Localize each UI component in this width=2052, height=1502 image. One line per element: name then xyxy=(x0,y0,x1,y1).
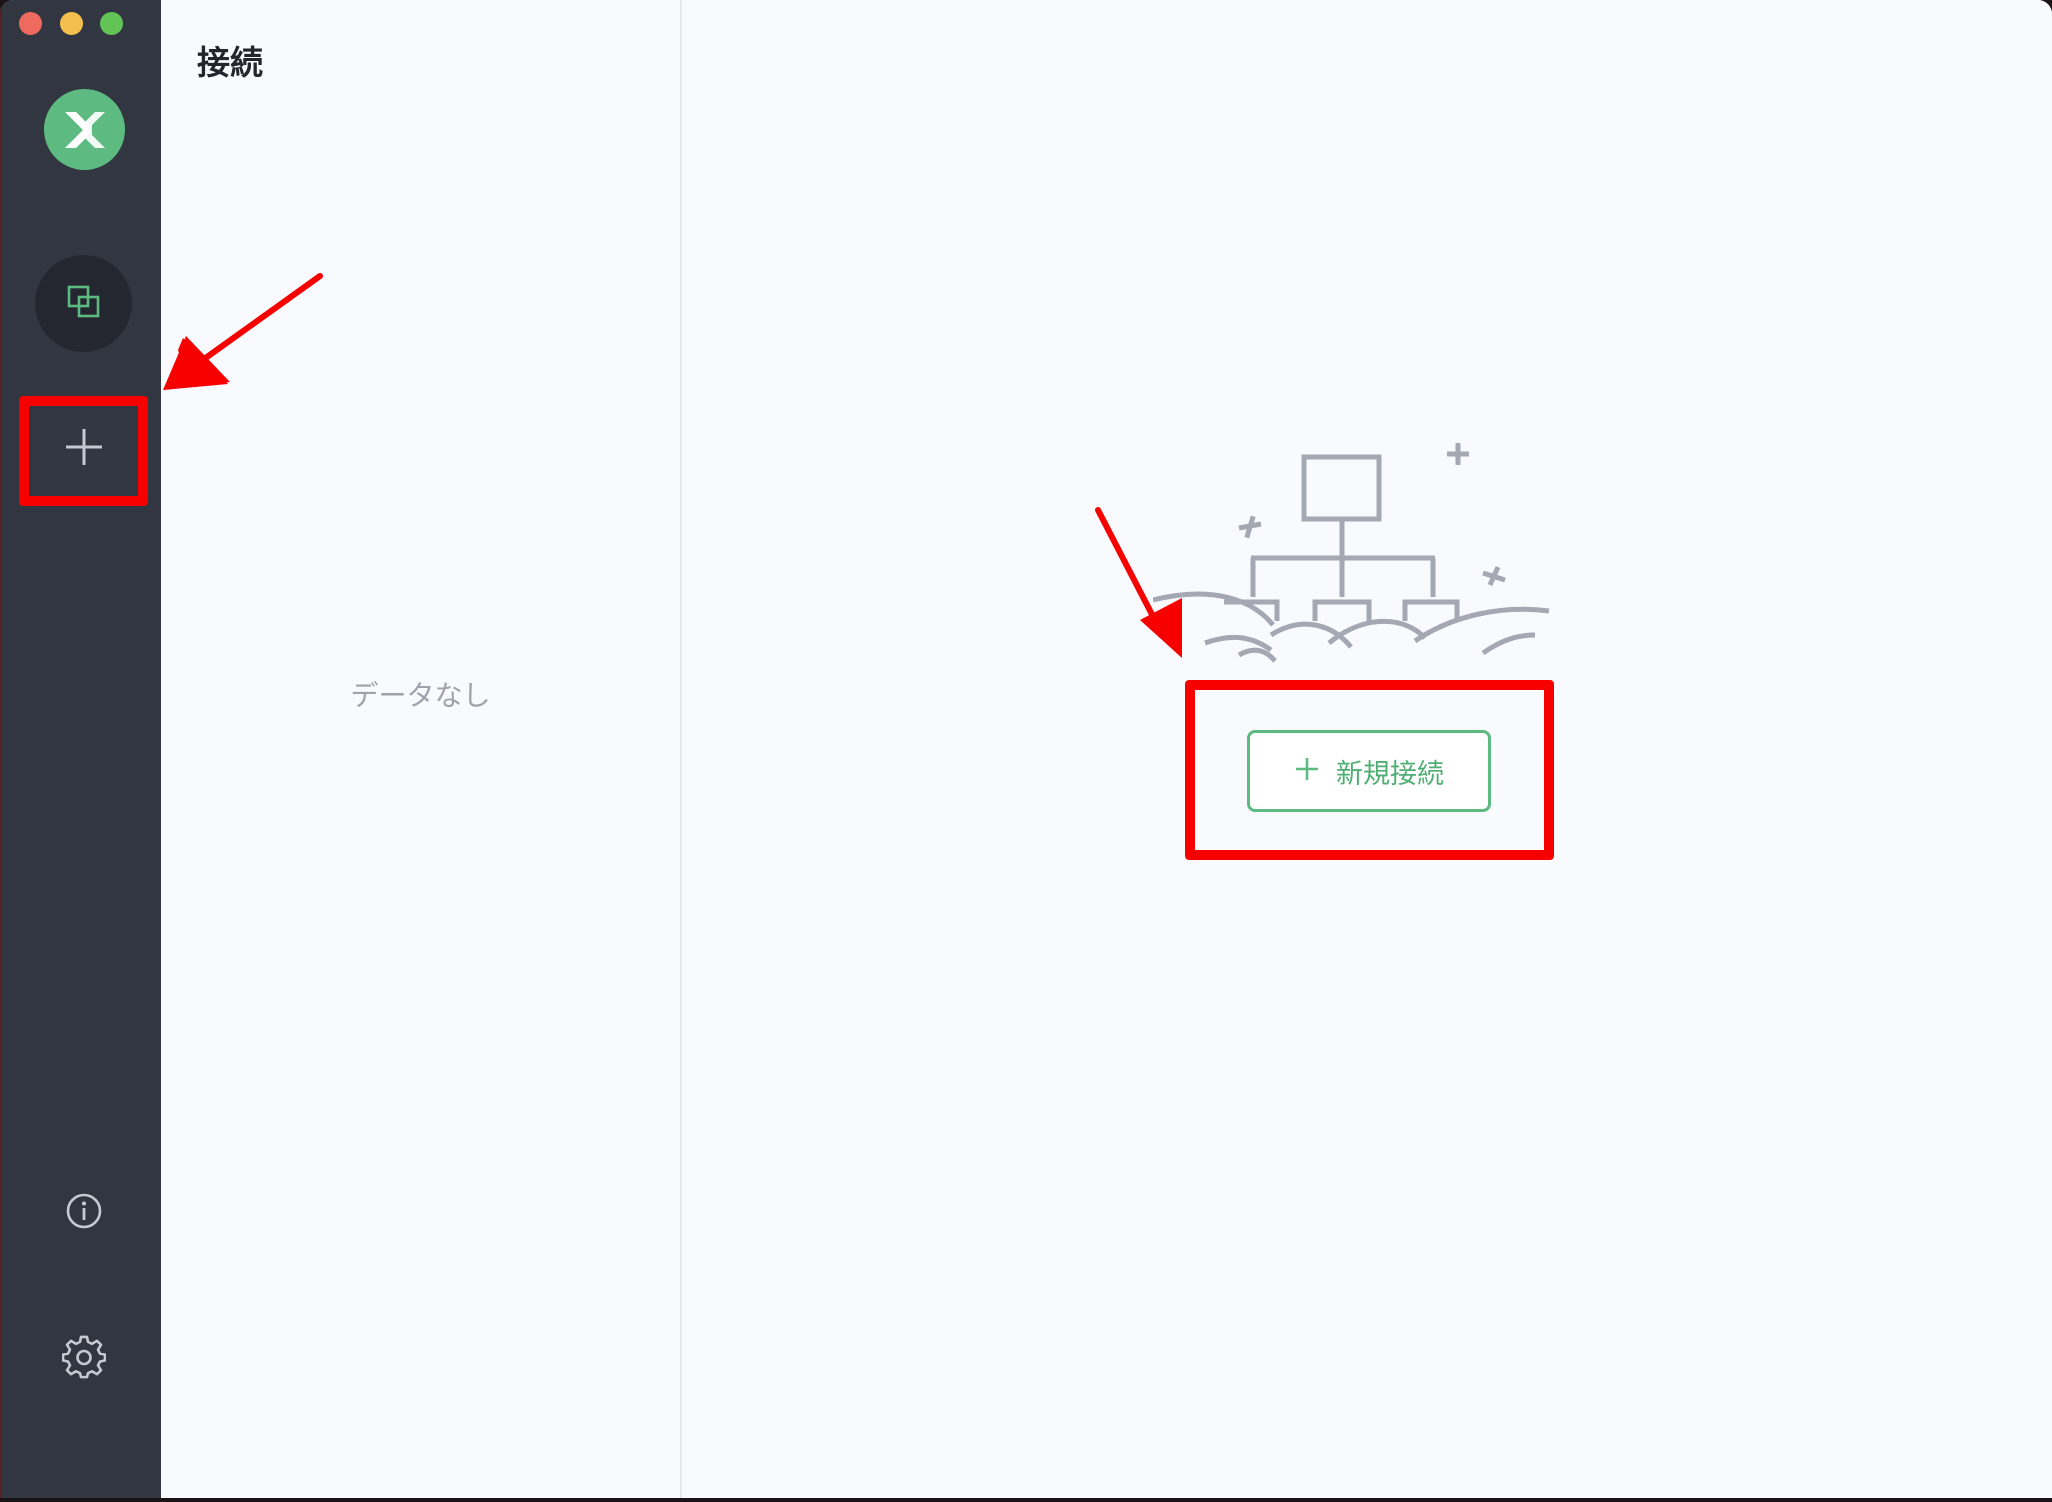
network-illustration-icon xyxy=(1152,425,1583,679)
sidebar-item-connections[interactable] xyxy=(35,255,132,352)
window-close-button[interactable] xyxy=(19,12,42,35)
sidebar-item-new-connection[interactable] xyxy=(35,400,132,497)
window-minimize-button[interactable] xyxy=(60,12,83,35)
new-connection-label: 新規接続 xyxy=(1336,758,1444,790)
connections-list-panel: 接続 データなし xyxy=(161,0,682,1498)
sidebar-item-settings[interactable] xyxy=(35,1310,132,1407)
gear-icon xyxy=(61,1335,106,1383)
new-connection-button[interactable]: 新規接続 xyxy=(1247,730,1491,812)
sidebar-item-about[interactable] xyxy=(35,1164,132,1261)
app-logo-icon xyxy=(44,89,125,170)
info-icon xyxy=(65,1192,103,1234)
main-content: 新規接続 xyxy=(682,0,2052,1498)
plus-icon xyxy=(64,427,104,471)
empty-state-text: データなし xyxy=(350,679,491,712)
app-window: 接続 データなし 新規接続 xyxy=(0,0,2052,1498)
window-maximize-button[interactable] xyxy=(100,12,123,35)
connections-icon xyxy=(66,284,102,324)
page-title: 接続 xyxy=(197,43,263,82)
sidebar-rail xyxy=(0,0,161,1498)
plus-icon xyxy=(1294,753,1320,789)
